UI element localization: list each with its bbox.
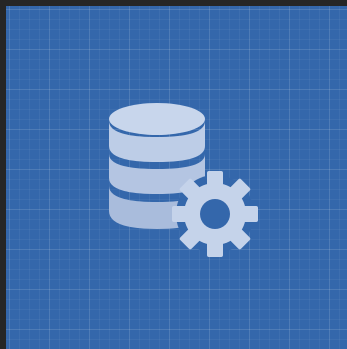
gear-icon — [172, 171, 258, 257]
database-lid — [109, 103, 205, 135]
database-settings-icon — [6, 6, 347, 349]
gear-hole — [200, 199, 230, 229]
window-frame — [0, 0, 347, 349]
icon-tile — [6, 6, 347, 349]
database-settings-graphic — [109, 103, 258, 257]
